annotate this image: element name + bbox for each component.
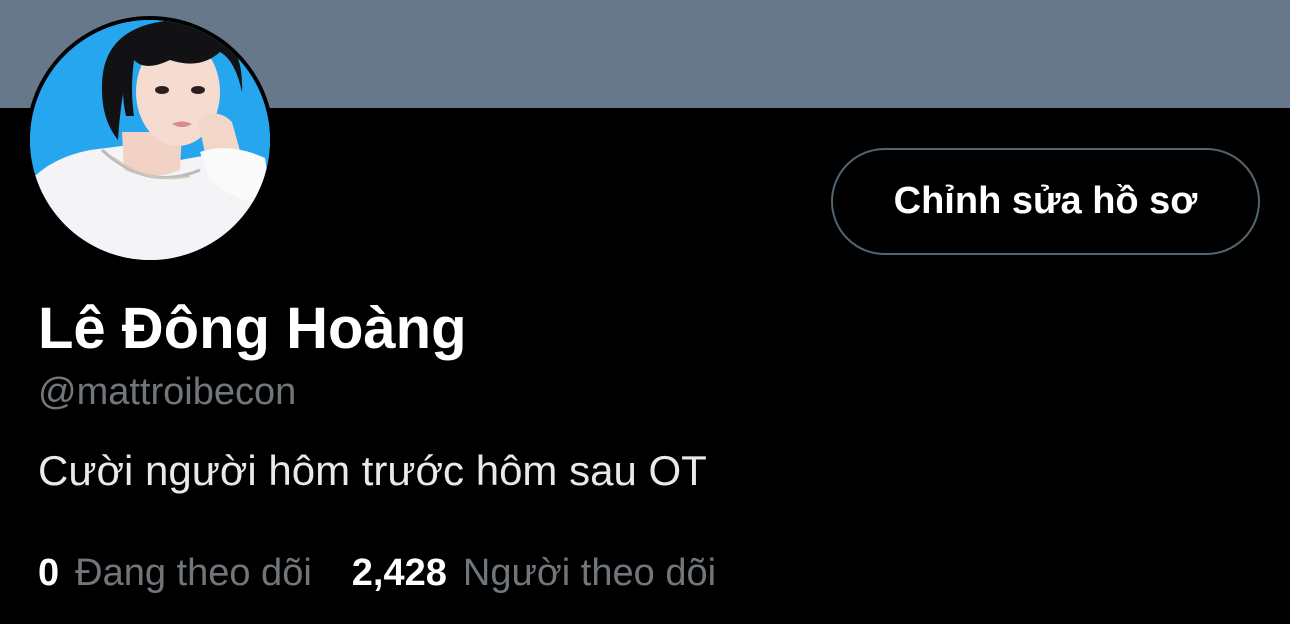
following-label: Đang theo dõi [75,551,312,594]
profile-bio: Cười người hôm trước hôm sau OT [38,447,707,494]
following-link[interactable]: 0 Đang theo dõi [38,552,312,595]
profile-stats: 0 Đang theo dõi 2,428 Người theo dõi [38,546,716,600]
profile-display-name: Lê Đông Hoàng [38,296,467,361]
following-count: 0 [38,551,60,594]
followers-label: Người theo dõi [462,551,717,594]
profile-handle: @mattroibecon [38,371,297,413]
followers-link[interactable]: 2,428 Người theo dõi [352,552,716,595]
avatar-photo [30,20,270,260]
profile-avatar[interactable] [26,16,274,264]
followers-count: 2,428 [351,551,447,594]
edit-profile-button[interactable]: Chỉnh sửa hồ sơ [831,148,1260,255]
